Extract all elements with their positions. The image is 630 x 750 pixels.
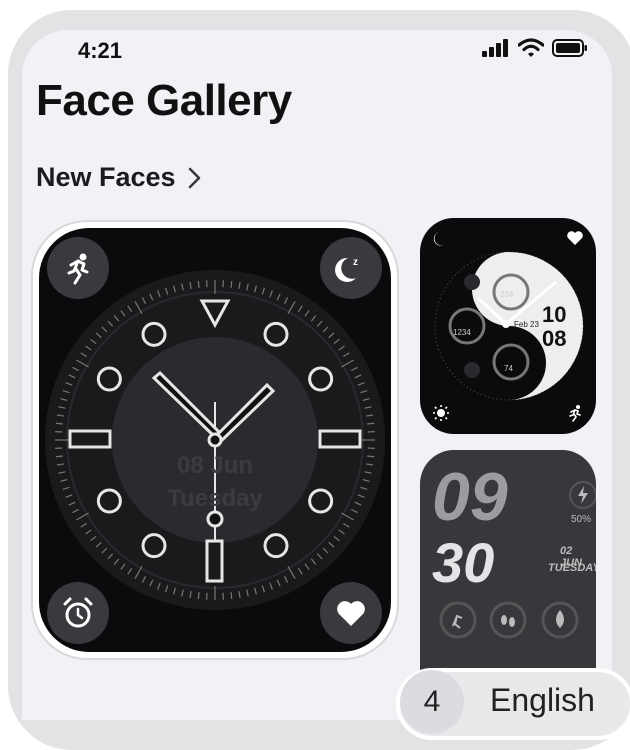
running-icon — [61, 251, 95, 285]
bezel-tick — [198, 592, 199, 599]
bezel-tick — [367, 423, 374, 424]
heart-icon — [566, 230, 584, 246]
big-face-date: 08 Jun — [115, 452, 315, 480]
status-icons — [482, 38, 588, 58]
face-2-minute: 30 — [432, 530, 494, 595]
bezel-tick — [56, 423, 63, 424]
charging-icon — [568, 480, 596, 510]
new-faces-link[interactable]: New Faces — [36, 162, 202, 193]
face-1-minute: 08 — [542, 326, 566, 352]
featured-watch-face[interactable]: 08 Jun Tuesday z — [39, 228, 391, 652]
chevron-right-icon — [188, 167, 202, 189]
face-2-hour: 09 — [432, 458, 508, 536]
status-time: 4:21 — [78, 38, 122, 64]
face-2-day: TUESDAY — [548, 562, 596, 574]
sun-icon — [432, 404, 450, 422]
alarm-complication[interactable] — [47, 582, 109, 644]
bezel-tick — [231, 592, 232, 599]
face-1-heart: 1234 — [453, 328, 471, 337]
big-face-day: Tuesday — [115, 485, 315, 513]
wifi-icon — [518, 38, 544, 58]
svg-text:z: z — [353, 257, 358, 268]
heart-icon — [335, 598, 367, 628]
language-count-badge: 4 — [400, 670, 464, 734]
signal-icon — [482, 39, 510, 57]
face-1-steps: 234 — [500, 290, 513, 299]
heart-rate-complication[interactable] — [320, 582, 382, 644]
moon-icon — [432, 230, 450, 248]
face-1-hour: 10 — [542, 302, 566, 328]
language-label: English — [490, 682, 595, 719]
alarm-clock-icon — [60, 595, 96, 631]
face-1-battery: 74 — [504, 364, 513, 373]
face-2-battery: 50% — [571, 514, 591, 525]
running-icon — [566, 404, 584, 422]
featured-face-card[interactable]: 08 Jun Tuesday z — [31, 220, 399, 660]
moon-icon: z — [334, 251, 368, 285]
watch-face-thumbnail-1[interactable]: 234 1234 74 Feb 23 10 08 — [420, 218, 596, 434]
watch-face-thumbnail-2[interactable]: 09 30 50% 02 JUN TUESDAY — [420, 450, 596, 680]
workout-complication[interactable] — [47, 237, 109, 299]
bezel-tick — [198, 281, 199, 288]
bezel-tick — [56, 456, 63, 457]
bezel-tick — [231, 281, 232, 288]
bezel-tick — [367, 456, 374, 457]
battery-icon — [552, 39, 588, 57]
sleep-complication[interactable]: z — [320, 237, 382, 299]
new-faces-label: New Faces — [36, 162, 176, 193]
face-1-graphic — [420, 218, 596, 434]
page-title: Face Gallery — [36, 76, 292, 126]
face-2-rings — [420, 598, 596, 658]
face-1-date: Feb 23 — [514, 320, 539, 329]
